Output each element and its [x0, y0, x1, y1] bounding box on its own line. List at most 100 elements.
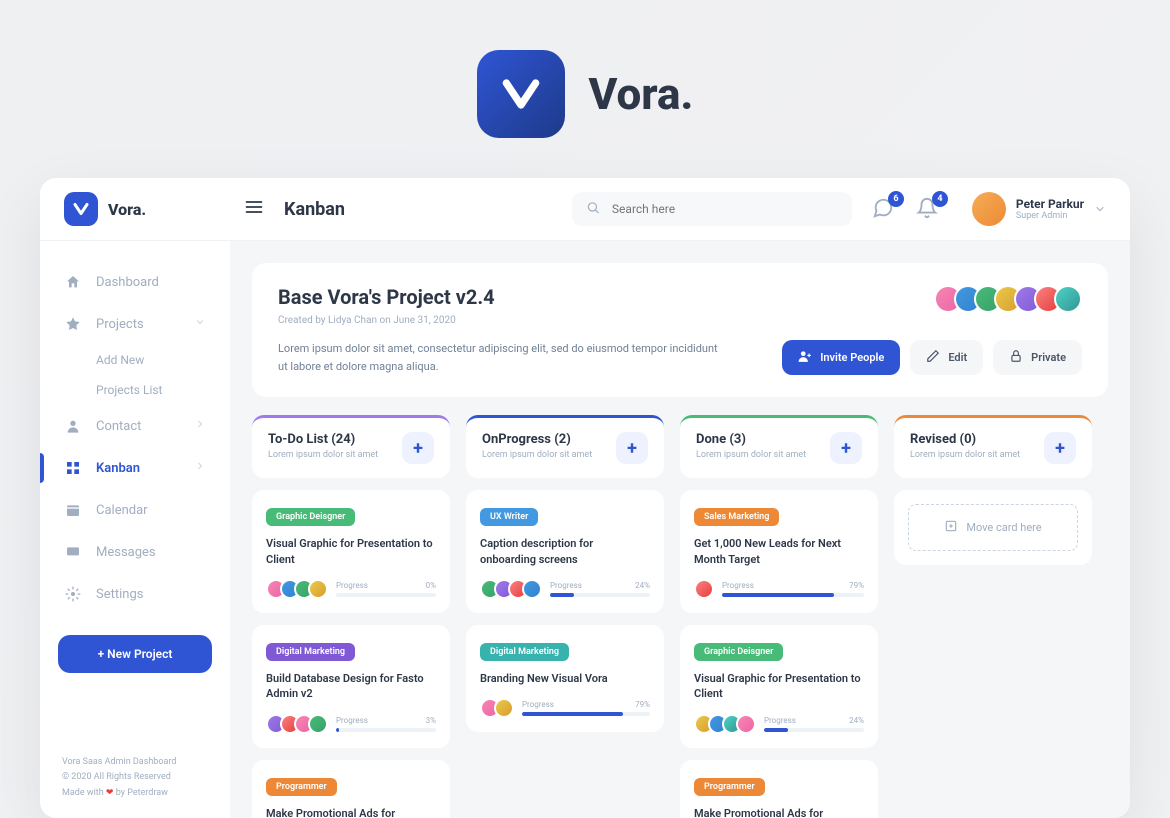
user-name: Peter Parkur: [1016, 197, 1084, 211]
kanban-column-revised: Revised (0) Lorem ipsum dolor sit amet +…: [894, 415, 1092, 818]
project-avatars: [942, 285, 1082, 313]
column-title: To-Do List (24): [268, 432, 402, 447]
kanban-board: To-Do List (24) Lorem ipsum dolor sit am…: [252, 415, 1108, 818]
card-title: Make Promotional Ads for Instagram Fasto…: [266, 806, 436, 818]
footer-text: Vora Saas Admin Dashboard © 2020 All Rig…: [40, 737, 230, 788]
sidebar: Dashboard Projects Add New Projects List…: [40, 241, 230, 818]
kanban-column-onprogress: OnProgress (2) Lorem ipsum dolor sit ame…: [466, 415, 664, 818]
card-title: Caption description for onboarding scree…: [480, 536, 650, 567]
sidebar-item-projects[interactable]: Projects: [40, 303, 230, 345]
kanban-card[interactable]: Digital Marketing Branding New Visual Vo…: [466, 625, 664, 732]
column-header: OnProgress (2) Lorem ipsum dolor sit ame…: [466, 415, 664, 478]
card-avatars: [694, 579, 714, 599]
kanban-column-done: Done (3) Lorem ipsum dolor sit amet + Sa…: [680, 415, 878, 818]
sidebar-item-kanban[interactable]: Kanban: [40, 447, 230, 489]
column-subtitle: Lorem ipsum dolor sit amet: [482, 450, 616, 460]
card-tag: Digital Marketing: [480, 643, 569, 661]
kanban-card[interactable]: Programmer Make Promotional Ads for Inst…: [252, 760, 450, 818]
kanban-card[interactable]: Sales Marketing Get 1,000 New Leads for …: [680, 490, 878, 613]
project-description: Lorem ipsum dolor sit amet, consectetur …: [278, 340, 718, 375]
dropzone[interactable]: Move card here: [894, 490, 1092, 565]
hero-logo: [477, 50, 565, 138]
add-card-button[interactable]: +: [402, 432, 434, 464]
messages-icon[interactable]: 6: [872, 197, 896, 221]
card-tag: Programmer: [266, 778, 337, 796]
search-input[interactable]: [572, 192, 852, 226]
notifications-badge: 4: [932, 191, 948, 207]
move-icon: [944, 519, 958, 536]
plus-icon: +: [841, 438, 851, 459]
brand[interactable]: Vora.: [64, 192, 224, 226]
add-card-button[interactable]: +: [830, 432, 862, 464]
sidebar-item-settings[interactable]: Settings: [40, 573, 230, 615]
sidebar-subitem-add-new[interactable]: Add New: [40, 345, 230, 375]
hamburger-icon[interactable]: [244, 197, 264, 221]
card-tag: UX Writer: [480, 508, 538, 526]
plus-icon: +: [413, 438, 423, 459]
column-subtitle: Lorem ipsum dolor sit amet: [268, 450, 402, 460]
kanban-column-todo: To-Do List (24) Lorem ipsum dolor sit am…: [252, 415, 450, 818]
kanban-card[interactable]: Graphic Deisgner Visual Graphic for Pres…: [252, 490, 450, 613]
column-title: OnProgress (2): [482, 432, 616, 447]
add-card-button[interactable]: +: [616, 432, 648, 464]
new-project-button[interactable]: + New Project: [58, 635, 212, 673]
progress: Progress24%: [550, 581, 650, 597]
card-avatars: [480, 579, 542, 599]
main-content: Base Vora's Project v2.4 Created by Lidy…: [230, 241, 1130, 818]
kanban-card[interactable]: Programmer Make Promotional Ads for Inst…: [680, 760, 878, 818]
column-title: Revised (0): [910, 432, 1044, 447]
card-avatars: [266, 579, 328, 599]
card-title: Make Promotional Ads for Instagram Fasto…: [694, 806, 864, 818]
search-wrap: [572, 192, 852, 226]
chevron-right-icon: [194, 460, 206, 476]
sidebar-item-label: Messages: [96, 545, 206, 560]
add-card-button[interactable]: +: [1044, 432, 1076, 464]
card-title: Branding New Visual Vora: [480, 671, 650, 686]
card-tag: Digital Marketing: [266, 643, 355, 661]
calendar-icon: [64, 501, 82, 519]
sidebar-item-label: Kanban: [96, 461, 180, 476]
sidebar-item-messages[interactable]: Messages: [40, 531, 230, 573]
card-tag: Sales Marketing: [694, 508, 779, 526]
kanban-card[interactable]: UX Writer Caption description for onboar…: [466, 490, 664, 613]
card-title: Get 1,000 New Leads for Next Month Targe…: [694, 536, 864, 567]
card-tag: Programmer: [694, 778, 765, 796]
page-title: Kanban: [284, 199, 345, 220]
sidebar-item-label: Dashboard: [96, 275, 206, 290]
messages-badge: 6: [888, 191, 904, 207]
progress: Progress0%: [336, 581, 436, 597]
plus-icon: +: [1055, 438, 1065, 459]
notifications-icon[interactable]: 4: [916, 197, 940, 221]
sidebar-item-calendar[interactable]: Calendar: [40, 489, 230, 531]
sidebar-item-label: Calendar: [96, 503, 206, 518]
sidebar-subitem-projects-list[interactable]: Projects List: [40, 375, 230, 405]
card-title: Build Database Design for Fasto Admin v2: [266, 671, 436, 702]
sidebar-item-label: Projects: [96, 317, 180, 332]
topbar: Vora. Kanban 6 4 Peter Parkur Super Admi…: [40, 178, 1130, 241]
brand-name: Vora.: [108, 200, 146, 219]
user-menu[interactable]: Peter Parkur Super Admin: [972, 192, 1106, 226]
dropzone-label: Move card here: [966, 521, 1041, 534]
sidebar-item-contact[interactable]: Contact: [40, 405, 230, 447]
gear-icon: [64, 585, 82, 603]
star-icon: [64, 315, 82, 333]
app-window: Vora. Kanban 6 4 Peter Parkur Super Admi…: [40, 178, 1130, 818]
brand-logo-icon: [64, 192, 98, 226]
sidebar-item-label: Settings: [96, 587, 206, 602]
project-header: Base Vora's Project v2.4 Created by Lidy…: [252, 263, 1108, 397]
invite-people-button[interactable]: Invite People: [782, 340, 900, 375]
search-icon: [586, 200, 600, 219]
progress: Progress79%: [722, 581, 864, 597]
progress: Progress79%: [522, 700, 650, 716]
sidebar-item-dashboard[interactable]: Dashboard: [40, 261, 230, 303]
project-meta: Created by Lidya Chan on June 31, 2020: [278, 315, 1082, 326]
hero-section: Vora.: [0, 0, 1170, 178]
hero-brand-text: Vora.: [589, 68, 694, 120]
edit-button[interactable]: Edit: [910, 340, 983, 375]
private-button[interactable]: Private: [993, 340, 1082, 375]
kanban-card[interactable]: Digital Marketing Build Database Design …: [252, 625, 450, 748]
kanban-card[interactable]: Graphic Deisgner Visual Graphic for Pres…: [680, 625, 878, 748]
kanban-icon: [64, 459, 82, 477]
plus-icon: +: [627, 438, 637, 459]
column-header: Revised (0) Lorem ipsum dolor sit amet +: [894, 415, 1092, 478]
